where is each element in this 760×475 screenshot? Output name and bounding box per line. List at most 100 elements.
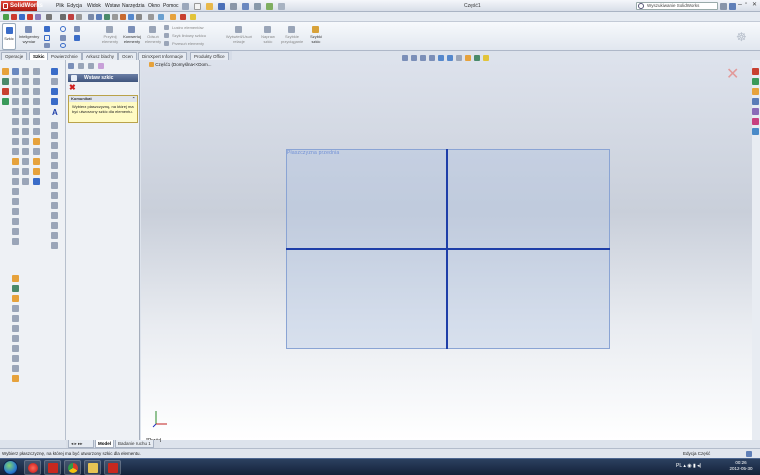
tool-icon[interactable]	[12, 295, 19, 302]
configuration-manager-icon[interactable]	[88, 63, 94, 69]
tool-icon[interactable]	[12, 275, 19, 282]
start-button[interactable]	[3, 460, 18, 475]
tool-icon[interactable]	[51, 68, 58, 75]
tool-icon[interactable]	[51, 78, 58, 85]
tool-icon[interactable]	[51, 132, 58, 139]
taskbar-opera[interactable]	[24, 460, 41, 475]
tool-icon[interactable]	[33, 108, 40, 115]
move-entities-icon[interactable]	[164, 41, 169, 46]
tool-icon[interactable]	[22, 148, 29, 155]
tool-icon[interactable]	[22, 138, 29, 145]
resources-icon[interactable]	[752, 68, 759, 75]
options-icon[interactable]	[278, 3, 285, 10]
tool-icon[interactable]	[33, 148, 40, 155]
record-view-icon[interactable]	[68, 14, 74, 20]
menu-tools[interactable]: Narzędzia	[122, 0, 145, 12]
open-folder-icon[interactable]	[206, 3, 213, 10]
tool-icon[interactable]	[12, 335, 19, 342]
feature-manager-icon[interactable]	[68, 63, 74, 69]
tool-icon[interactable]	[2, 68, 9, 75]
tab-model[interactable]: Model	[95, 440, 114, 448]
tool-icon[interactable]	[51, 172, 58, 179]
realview-icon[interactable]	[190, 14, 196, 20]
view-orientation-icon[interactable]	[128, 14, 134, 20]
help-icon[interactable]	[729, 3, 736, 10]
view-orientation-icon[interactable]	[438, 55, 444, 61]
text-icon[interactable]	[74, 35, 80, 41]
search-options-icon[interactable]	[720, 3, 727, 10]
tool-icon[interactable]	[2, 98, 9, 105]
text-tool-icon[interactable]: A	[52, 108, 58, 117]
cancel-icon[interactable]: ✖	[69, 83, 76, 92]
tool-icon[interactable]	[12, 345, 19, 352]
scene-icon[interactable]	[180, 14, 186, 20]
save-icon[interactable]	[218, 3, 225, 10]
minimize-button[interactable]: –	[738, 1, 742, 8]
trim-entities-button[interactable]: Przytnij elementy	[98, 23, 122, 50]
tool-icon[interactable]	[51, 162, 58, 169]
tab-sketch[interactable]: Szkic	[29, 52, 49, 60]
tab-surfaces[interactable]: Powierzchnie	[47, 52, 82, 60]
rebuild-icon[interactable]	[266, 3, 273, 10]
tool-icon[interactable]	[51, 202, 58, 209]
tool-icon[interactable]	[51, 242, 58, 249]
tab-sheet-metal[interactable]: Arkusz blachy	[82, 52, 119, 60]
tool-icon[interactable]	[33, 118, 40, 125]
circle-icon[interactable]	[60, 26, 66, 32]
tab-office-products[interactable]: Produkty Office	[190, 52, 229, 60]
new-document-icon[interactable]	[194, 3, 201, 10]
linear-sketch-pattern-label[interactable]: Szyk liniowy szkicu	[172, 33, 206, 38]
tool-icon[interactable]	[22, 128, 29, 135]
point-icon[interactable]	[60, 43, 66, 48]
zoom-icon[interactable]	[104, 14, 110, 20]
tool-icon[interactable]	[51, 122, 58, 129]
menu-help[interactable]: Pomoc	[163, 0, 179, 12]
close-button[interactable]: ✕	[752, 1, 757, 8]
tool-icon[interactable]	[12, 375, 19, 382]
tool-icon[interactable]	[22, 68, 29, 75]
move-entities-label[interactable]: Przesuń elementy	[172, 41, 204, 46]
camera-icon[interactable]	[60, 14, 66, 20]
slot-icon[interactable]	[44, 43, 50, 48]
play-icon[interactable]	[3, 14, 9, 20]
edit-appearance-icon[interactable]	[465, 55, 471, 61]
tool-icon[interactable]	[51, 192, 58, 199]
tool-icon[interactable]	[22, 98, 29, 105]
rotate-icon[interactable]	[112, 14, 118, 20]
display-style-icon[interactable]	[447, 55, 453, 61]
zoom-area-icon[interactable]	[96, 14, 102, 20]
quick-snaps-button[interactable]: Szybkie przyciąganie	[278, 23, 306, 50]
tool-icon[interactable]	[33, 178, 40, 185]
zoom-area-icon[interactable]	[411, 55, 417, 61]
tab-features[interactable]: Operacje	[1, 52, 28, 60]
display-style-icon[interactable]	[136, 14, 142, 20]
tool-icon[interactable]	[12, 285, 19, 292]
tool-icon[interactable]	[51, 98, 58, 105]
nav-arrows[interactable]: ◂ ▸ ▸▸	[68, 440, 94, 448]
tool-icon[interactable]	[12, 365, 19, 372]
tool-icon[interactable]	[51, 222, 58, 229]
hide-show-items-icon[interactable]	[456, 55, 462, 61]
view-settings-icon[interactable]	[483, 55, 489, 61]
system-tray[interactable]: PL ▴ ◉ ▮ ◂)	[676, 463, 701, 469]
tool-icon[interactable]	[22, 108, 29, 115]
tool-icon[interactable]	[12, 238, 19, 245]
menu-insert[interactable]: Wstaw	[105, 0, 120, 12]
section-view-icon[interactable]	[429, 55, 435, 61]
tool-icon[interactable]	[33, 168, 40, 175]
tool-icon[interactable]	[33, 98, 40, 105]
tool-icon[interactable]	[12, 158, 19, 165]
clock[interactable]: 00:26 2012-05-30	[724, 460, 758, 472]
edit-macro-icon[interactable]	[35, 14, 41, 20]
sketch-button[interactable]: Szkic	[2, 23, 16, 50]
tool-icon[interactable]	[51, 88, 58, 95]
mirror-icon[interactable]	[164, 25, 169, 30]
tab-dimxpert[interactable]: DimXpert Informacje	[138, 52, 188, 60]
taskbar-explorer[interactable]	[84, 460, 101, 475]
apply-scene-icon[interactable]	[474, 55, 480, 61]
line-icon[interactable]	[44, 26, 50, 32]
appearances-icon[interactable]	[752, 118, 759, 125]
property-manager-icon[interactable]	[78, 63, 84, 69]
tool-icon[interactable]	[12, 148, 19, 155]
tool-icon[interactable]	[12, 138, 19, 145]
